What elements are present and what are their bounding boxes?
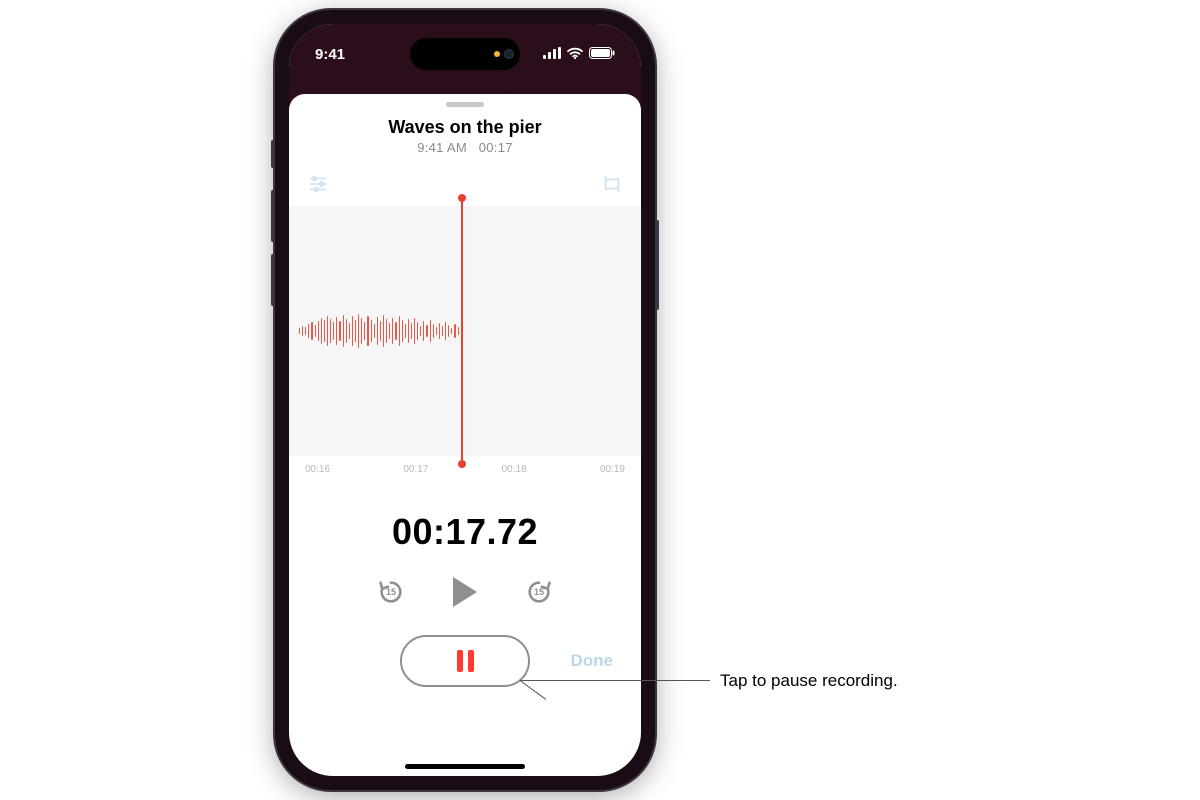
indicator-dot-icon	[494, 51, 500, 57]
trim-icon[interactable]	[601, 173, 623, 200]
recording-title[interactable]: Waves on the pier	[289, 117, 641, 138]
waveform	[299, 314, 459, 348]
status-icons	[543, 46, 615, 63]
skip-back-15-button[interactable]: 15	[377, 578, 405, 606]
pause-recording-button[interactable]	[400, 635, 530, 687]
skip-seconds-label: 15	[386, 587, 396, 597]
settings-icon[interactable]	[307, 173, 329, 200]
dynamic-island	[410, 38, 520, 70]
recording-subtitle: 9:41 AM 00:17	[289, 140, 641, 155]
recording-time: 9:41 AM	[417, 140, 467, 155]
callout-label: Tap to pause recording.	[720, 671, 898, 691]
pause-bar-icon	[457, 650, 463, 672]
sheet-grabber[interactable]	[446, 102, 484, 107]
screen: 9:41 Waves on the pier 9:41 A	[289, 24, 641, 776]
done-button[interactable]: Done	[571, 651, 614, 671]
ruler-tick: 00:16	[305, 464, 330, 475]
pause-bar-icon	[468, 650, 474, 672]
waveform-area[interactable]	[289, 206, 641, 456]
signal-icon	[543, 46, 561, 63]
iphone-frame: 9:41 Waves on the pier 9:41 A	[275, 10, 655, 790]
elapsed-timer: 00:17.72	[289, 511, 641, 553]
play-button[interactable]	[453, 577, 477, 607]
battery-icon	[589, 46, 615, 63]
callout-leader-line	[520, 680, 710, 681]
mute-switch	[271, 140, 275, 168]
recording-sheet: Waves on the pier 9:41 AM 00:17 00:16	[289, 94, 641, 776]
playhead[interactable]	[461, 198, 463, 464]
transport-controls: 15 15	[289, 577, 641, 607]
power-button	[655, 220, 659, 310]
status-time: 9:41	[315, 46, 345, 63]
volume-up-button	[271, 190, 275, 242]
skip-seconds-label: 15	[534, 587, 544, 597]
ruler-tick: 00:17	[403, 464, 428, 475]
home-indicator[interactable]	[405, 764, 525, 769]
wifi-icon	[567, 46, 583, 63]
volume-down-button	[271, 254, 275, 306]
ruler-tick: 00:19	[600, 464, 625, 475]
recording-duration: 00:17	[479, 140, 513, 155]
ruler-tick: 00:18	[502, 464, 527, 475]
camera-lens-icon	[504, 49, 514, 59]
skip-forward-15-button[interactable]: 15	[525, 578, 553, 606]
